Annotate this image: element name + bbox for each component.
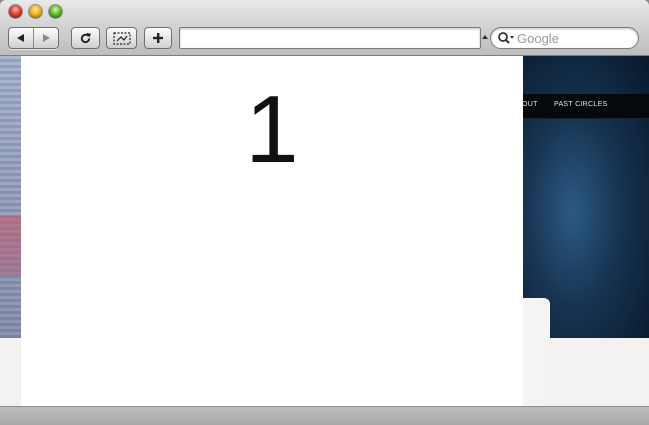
slide-overlay: 1 — [21, 56, 523, 406]
page-viewport: OUT PAST CIRCLES 1 — [0, 56, 649, 406]
nav-link-past-circles[interactable]: PAST CIRCLES — [554, 101, 608, 108]
plus-icon — [153, 33, 163, 43]
address-bar[interactable] — [179, 27, 481, 49]
zoom-window-button[interactable] — [49, 5, 62, 18]
minimize-window-button[interactable] — [29, 5, 42, 18]
webclip-icon — [112, 31, 131, 45]
add-bookmark-button[interactable] — [144, 27, 172, 49]
back-button[interactable] — [9, 28, 33, 48]
nav-link-about[interactable]: OUT — [522, 101, 538, 108]
background-image-left — [0, 56, 22, 346]
content-panel-edge — [522, 298, 550, 406]
slide-number: 1 — [245, 76, 299, 183]
forward-button[interactable] — [33, 28, 58, 48]
status-bar — [0, 406, 649, 425]
back-arrow-icon — [17, 34, 24, 42]
back-forward-group — [8, 27, 59, 49]
forward-arrow-icon — [43, 34, 50, 42]
address-dropdown-icon[interactable] — [481, 33, 489, 43]
reload-button[interactable] — [71, 27, 100, 49]
close-window-button[interactable] — [9, 5, 22, 18]
browser-toolbar — [0, 0, 649, 56]
browser-window: OUT PAST CIRCLES 1 — [0, 0, 649, 425]
search-input[interactable] — [517, 30, 627, 46]
webclip-button[interactable] — [106, 27, 137, 49]
magnifier-icon[interactable] — [497, 31, 515, 45]
reload-icon — [80, 32, 92, 43]
search-field[interactable] — [490, 27, 639, 49]
